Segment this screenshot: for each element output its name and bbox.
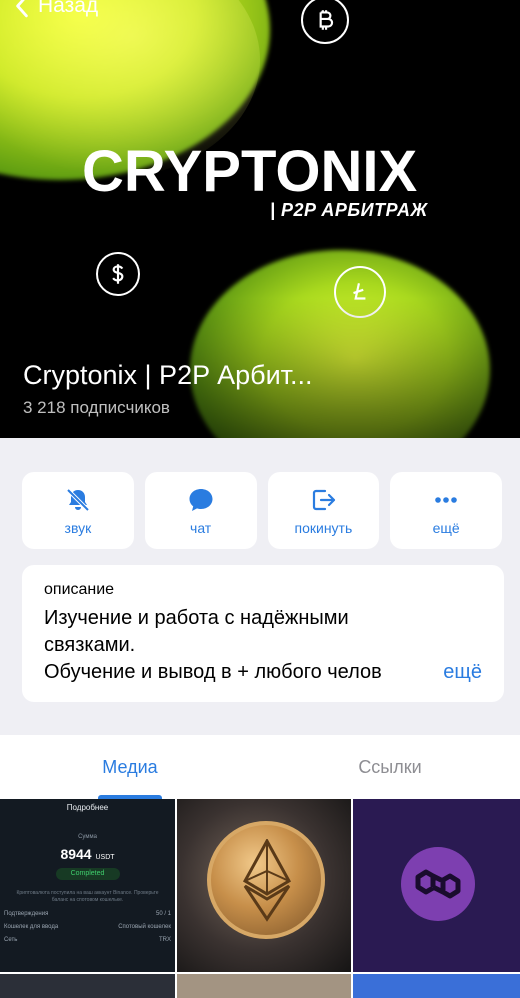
media-item-polygon[interactable] bbox=[353, 799, 520, 972]
leave-icon bbox=[313, 489, 336, 510]
back-label: Назад bbox=[38, 0, 99, 17]
media-tabs: Медиа Ссылки bbox=[0, 735, 520, 799]
polygon-logo bbox=[401, 847, 475, 921]
mute-label: звук bbox=[64, 519, 92, 536]
chat-label: чат bbox=[190, 519, 212, 536]
tab-media[interactable]: Медиа bbox=[0, 735, 260, 799]
more-button[interactable]: ещё bbox=[390, 472, 502, 549]
description-line-3-row: Обучение и вывод в + любого челов ещё bbox=[44, 659, 482, 686]
receipt-note: Криптовалюта поступила на ваш аккаунт Bi… bbox=[16, 890, 159, 903]
chat-bubble-icon bbox=[189, 488, 213, 511]
mute-button[interactable]: звук bbox=[22, 472, 134, 549]
media-item-partial[interactable] bbox=[177, 974, 351, 998]
receipt-row: Подтверждения 50 / 1 bbox=[4, 911, 171, 917]
receipt-amount-value: 8944 bbox=[60, 846, 92, 862]
media-item-partial[interactable] bbox=[353, 974, 520, 998]
description-line-1: Изучение и работа с надёжными bbox=[44, 607, 349, 629]
leave-button[interactable]: покинуть bbox=[267, 472, 380, 549]
channel-logo-title: CRYPTONIX bbox=[82, 139, 418, 204]
polygon-icon bbox=[415, 869, 461, 899]
receipt-row: Кошелек для ввода Спотовый кошелек bbox=[4, 924, 171, 930]
dollar-icon bbox=[96, 252, 140, 296]
ethereum-coin-image bbox=[207, 821, 325, 939]
chat-button[interactable]: чат bbox=[144, 472, 257, 549]
subscriber-count: 3 218 подписчиков bbox=[23, 398, 170, 417]
receipt-title: Подробнее bbox=[66, 803, 109, 812]
channel-actions: звук чат покинуть ещё bbox=[22, 472, 502, 549]
back-button[interactable]: Назад bbox=[12, 0, 98, 18]
receipt-row: Сеть TRX bbox=[4, 937, 171, 943]
description-line-2: связками. bbox=[44, 634, 136, 656]
media-grid: Подробнее Сумма 8944 USDT Completed Крип… bbox=[0, 799, 520, 998]
chevron-left-icon bbox=[16, 0, 28, 18]
receipt-currency: USDT bbox=[95, 854, 115, 861]
media-item-partial[interactable] bbox=[0, 974, 175, 998]
receipt-status-badge: Completed bbox=[55, 868, 120, 880]
channel-name: Cryptonix | P2P Арбит... bbox=[23, 360, 313, 390]
more-label: ещё bbox=[432, 519, 460, 536]
description-line-3: Обучение и вывод в + любого челов bbox=[44, 661, 382, 683]
description-fade bbox=[402, 659, 442, 686]
receipt-amount: 8944 USDT bbox=[0, 846, 175, 862]
description-label: описание bbox=[44, 581, 115, 598]
bitcoin-icon bbox=[301, 0, 349, 44]
receipt-amount-label: Сумма bbox=[78, 834, 97, 840]
description-more-link[interactable]: ещё bbox=[439, 659, 482, 686]
channel-logo-subtitle: | P2P АРБИТРАЖ bbox=[270, 200, 428, 220]
media-item-ethereum-coin[interactable] bbox=[177, 799, 351, 972]
ethereum-icon bbox=[242, 839, 292, 922]
media-item-receipt[interactable]: Подробнее Сумма 8944 USDT Completed Крип… bbox=[0, 799, 175, 972]
tab-links[interactable]: Ссылки bbox=[260, 735, 520, 799]
leave-label: покинуть bbox=[294, 519, 353, 536]
more-dots-icon bbox=[435, 496, 457, 503]
bell-slash-icon bbox=[66, 488, 90, 511]
channel-header-hero: CRYPTONIX | P2P АРБИТРАЖ Назад Cryptonix… bbox=[0, 0, 520, 438]
description-card: описание Изучение и работа с надёжными с… bbox=[22, 565, 504, 702]
